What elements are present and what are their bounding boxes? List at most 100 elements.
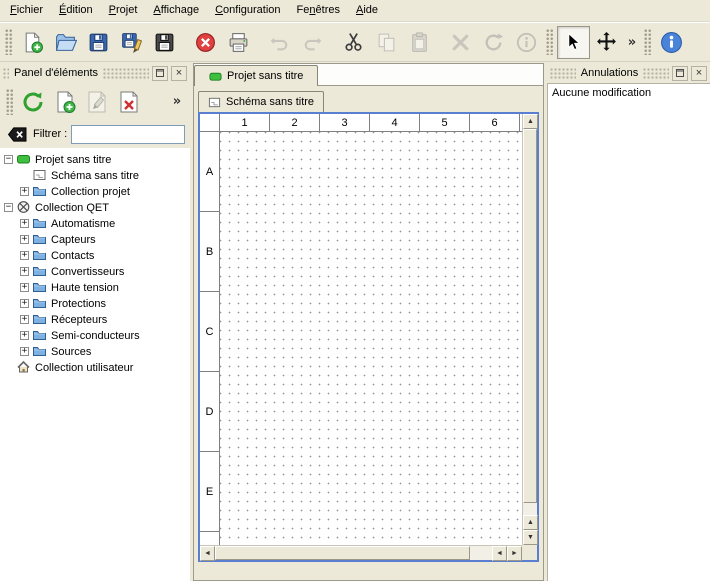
horizontal-scroll-thumb[interactable] (215, 546, 470, 560)
elements-toolbar: » (0, 83, 190, 120)
tree-item-capteurs[interactable]: +Capteurs (0, 231, 190, 247)
panel-overflow-button[interactable]: » (168, 87, 186, 117)
float-elements-panel-button[interactable] (152, 66, 168, 81)
undo-panel-titlebar[interactable]: Annulations × (547, 63, 710, 83)
menu-configuration[interactable]: Configuration (207, 1, 288, 20)
row-label: E (200, 452, 219, 532)
tree-item-semi-conducteurs[interactable]: +Semi-conducteurs (0, 327, 190, 343)
scroll-down-button[interactable]: ▼ (523, 530, 538, 545)
move-tool-icon (595, 31, 618, 54)
expand-icon[interactable]: + (20, 347, 29, 356)
scroll-left-button[interactable]: ◄ (200, 546, 215, 561)
delete-button[interactable] (444, 26, 477, 59)
diagram-tab[interactable]: Schéma sans titre (198, 91, 324, 112)
tree-item-recepteurs[interactable]: +Récepteurs (0, 311, 190, 327)
column-label: 6 (470, 114, 520, 131)
new-document-button[interactable] (16, 26, 49, 59)
redo-button[interactable] (296, 26, 329, 59)
float-undo-panel-button[interactable] (672, 66, 688, 81)
cut-button[interactable] (337, 26, 370, 59)
menu-edition[interactable]: Édition (51, 1, 101, 20)
save-all-button[interactable] (148, 26, 181, 59)
vertical-scroll-track[interactable] (523, 129, 537, 515)
horizontal-scrollbar[interactable]: ◄ ◄ ► (200, 545, 522, 560)
menu-fenetres[interactable]: Fenêtres (289, 1, 348, 20)
toolbar-separator (436, 23, 444, 61)
about-button[interactable] (655, 26, 688, 59)
filter-input[interactable] (71, 125, 185, 144)
toolbar-handle[interactable] (5, 29, 13, 55)
tree-item-protections[interactable]: +Protections (0, 295, 190, 311)
dock-grip (550, 68, 576, 79)
save-button[interactable] (82, 26, 115, 59)
close-undo-panel-button[interactable]: × (691, 66, 707, 81)
diagram-canvas[interactable] (220, 132, 522, 545)
tree-item-projet-sans-titre[interactable]: −Projet sans titre (0, 151, 190, 167)
rotate-button[interactable] (477, 26, 510, 59)
dock-grip (643, 68, 669, 79)
expand-icon[interactable]: + (20, 315, 29, 324)
menu-aide[interactable]: Aide (348, 1, 386, 20)
toolbar-handle[interactable] (644, 29, 652, 55)
expand-icon[interactable]: + (20, 219, 29, 228)
select-tool-button[interactable] (557, 26, 590, 59)
move-tool-button[interactable] (590, 26, 623, 59)
expand-icon[interactable]: + (20, 187, 29, 196)
save-as-button[interactable] (115, 26, 148, 59)
collapse-icon[interactable]: − (4, 155, 13, 164)
vertical-scrollbar[interactable]: ▲ ▲ ▼ (522, 114, 537, 545)
scroll-up-button-alt[interactable]: ▲ (523, 515, 538, 530)
open-button[interactable] (49, 26, 82, 59)
tree-item-collection-projet[interactable]: +Collection projet (0, 183, 190, 199)
tree-item-haute-tension[interactable]: +Haute tension (0, 279, 190, 295)
expand-icon[interactable]: + (20, 283, 29, 292)
print-icon (227, 31, 250, 54)
toolbar-handle[interactable] (6, 89, 14, 115)
scroll-left-button-alt[interactable]: ◄ (492, 546, 507, 561)
print-button[interactable] (222, 26, 255, 59)
horizontal-scroll-track[interactable] (215, 546, 492, 560)
project-tab[interactable]: Projet sans titre (194, 65, 318, 86)
edit-element-button[interactable] (82, 87, 112, 117)
row-label: C (200, 292, 219, 372)
scroll-right-button[interactable]: ► (507, 546, 522, 561)
elements-panel-titlebar[interactable]: Panel d'éléments × (0, 63, 190, 83)
collapse-icon[interactable]: − (4, 203, 13, 212)
undo-button[interactable] (263, 26, 296, 59)
folder-icon (32, 264, 47, 278)
menu-fichier[interactable]: Fichier (2, 1, 51, 20)
close-elements-panel-button[interactable]: × (171, 66, 187, 81)
copy-button[interactable] (370, 26, 403, 59)
paste-button[interactable] (403, 26, 436, 59)
vertical-scroll-thumb[interactable] (523, 129, 537, 503)
expand-icon[interactable]: + (20, 299, 29, 308)
expand-icon[interactable]: + (20, 331, 29, 340)
open-icon (54, 31, 77, 54)
delete-element-button[interactable] (114, 87, 144, 117)
toolbar-overflow-button[interactable]: » (623, 26, 641, 59)
scroll-up-button[interactable]: ▲ (523, 114, 538, 129)
clear-filter-button[interactable] (5, 124, 29, 144)
expand-icon[interactable]: + (20, 251, 29, 260)
reload-collections-icon (21, 90, 45, 114)
float-window-icon (155, 68, 165, 78)
toolbar-handle[interactable] (546, 29, 554, 55)
expand-icon[interactable]: + (20, 235, 29, 244)
tree-item-collection-utilisateur[interactable]: Collection utilisateur (0, 359, 190, 375)
menu-projet[interactable]: Projet (101, 1, 146, 20)
undo-list[interactable]: Aucune modification (547, 83, 710, 581)
expand-icon[interactable]: + (20, 267, 29, 276)
close-file-button[interactable] (189, 26, 222, 59)
close-file-icon (194, 31, 217, 54)
tree-item-collection-qet[interactable]: −Collection QET (0, 199, 190, 215)
info-button[interactable] (510, 26, 543, 59)
tree-item-automatisme[interactable]: +Automatisme (0, 215, 190, 231)
tree-item-schema-sans-titre[interactable]: Schéma sans titre (0, 167, 190, 183)
tree-item-convertisseurs[interactable]: +Convertisseurs (0, 263, 190, 279)
tree-item-contacts[interactable]: +Contacts (0, 247, 190, 263)
reload-collections-button[interactable] (18, 87, 48, 117)
menu-affichage[interactable]: Affichage (145, 1, 207, 20)
tree-item-sources[interactable]: +Sources (0, 343, 190, 359)
folder-icon (32, 280, 47, 294)
new-element-button[interactable] (50, 87, 80, 117)
